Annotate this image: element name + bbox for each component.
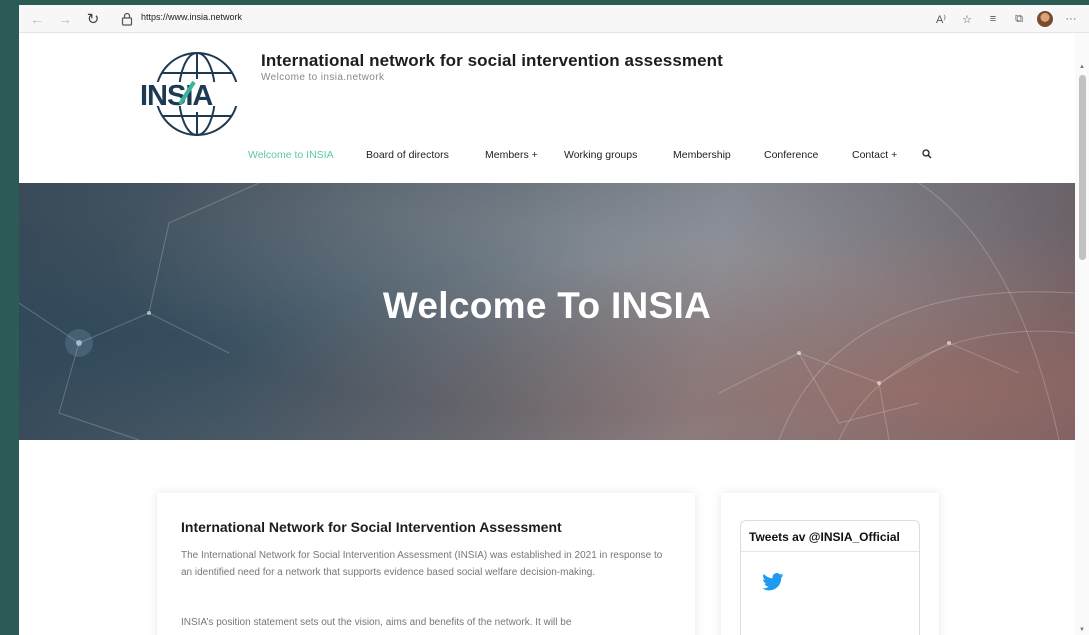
forward-arrow-icon[interactable]: → xyxy=(55,9,75,29)
web-page: INSIA International network for social i… xyxy=(19,33,1075,635)
url-field[interactable]: https://www.insia.network xyxy=(141,12,242,22)
menu-item-contact[interactable]: Contact + xyxy=(852,149,897,161)
twitter-timeline-heading[interactable]: Tweets av @INSIA_Official xyxy=(741,521,919,552)
page-scrollbar[interactable]: ▲ ▼ xyxy=(1075,33,1089,635)
hero-banner: Welcome To INSIA xyxy=(19,183,1075,440)
menu-item-membership[interactable]: Membership xyxy=(673,149,731,161)
twitter-timeline-widget[interactable]: Tweets av @INSIA_Official xyxy=(740,520,920,635)
menu-item-conference[interactable]: Conference xyxy=(764,149,818,161)
sidebar-card: Tweets av @INSIA_Official xyxy=(721,493,939,635)
twitter-bird-icon[interactable] xyxy=(762,573,784,591)
intro-card: International Network for Social Interve… xyxy=(157,493,695,635)
menu-item-welcome[interactable]: Welcome to INSIA xyxy=(248,149,334,161)
back-arrow-icon[interactable]: ← xyxy=(27,9,47,29)
intro-paragraph-1: The International Network for Social Int… xyxy=(181,550,663,578)
intro-heading: International Network for Social Interve… xyxy=(181,519,562,535)
lock-icon[interactable] xyxy=(120,11,134,27)
site-title[interactable]: International network for social interve… xyxy=(261,51,723,71)
menu-item-board[interactable]: Board of directors xyxy=(366,149,449,161)
profile-avatar[interactable] xyxy=(1035,9,1055,29)
favorites-add-icon[interactable]: ☆ xyxy=(957,9,977,29)
reload-icon[interactable]: ↻ xyxy=(83,9,103,29)
menu-item-members[interactable]: Members + xyxy=(485,149,538,161)
scroll-thumb[interactable] xyxy=(1079,75,1086,260)
search-icon[interactable] xyxy=(922,149,932,159)
svg-text:INSIA: INSIA xyxy=(140,80,213,112)
scroll-down-arrow-icon[interactable]: ▼ xyxy=(1078,627,1086,633)
address-bar: ← → ↻ https://www.insia.network A⁾ ☆ ≡ ⧉… xyxy=(19,5,1089,33)
main-menu: Welcome to INSIA Board of directors Memb… xyxy=(19,149,1075,165)
menu-item-working-groups[interactable]: Working groups xyxy=(564,149,637,161)
hero-title: Welcome To INSIA xyxy=(382,285,712,326)
intro-paragraph-2: INSIA’s position statement sets out the … xyxy=(181,617,572,628)
more-icon[interactable]: ··· xyxy=(1061,9,1081,29)
read-aloud-icon[interactable]: A⁾ xyxy=(931,9,951,29)
favorites-icon[interactable]: ≡ xyxy=(983,9,1003,29)
site-tagline: Welcome to insia.network xyxy=(261,72,385,83)
scroll-up-arrow-icon[interactable]: ▲ xyxy=(1078,64,1086,70)
collections-icon[interactable]: ⧉ xyxy=(1009,9,1029,29)
browser-window: ← → ↻ https://www.insia.network A⁾ ☆ ≡ ⧉… xyxy=(19,5,1089,635)
insia-logo[interactable]: INSIA xyxy=(136,46,254,146)
